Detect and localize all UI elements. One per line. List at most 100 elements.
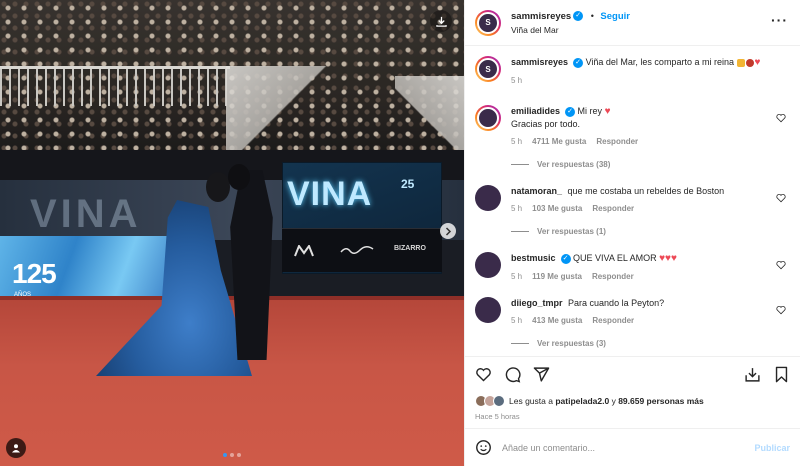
post-dialog: VINA 125 AÑOS VINA 25 BIZARRO S sammisre… <box>0 0 800 466</box>
header-separator: • <box>590 10 594 21</box>
sponsor-logo-1 <box>294 243 314 259</box>
comments-list: S sammisreyes ✓ Viña del Mar, les compart… <box>465 46 800 356</box>
comment-avatar[interactable] <box>475 105 501 131</box>
likes-middle: y <box>611 396 616 406</box>
share-button[interactable] <box>533 366 550 383</box>
reply-button[interactable]: Responder <box>592 315 634 327</box>
reply-button[interactable]: Responder <box>592 271 634 283</box>
publish-button[interactable]: Publicar <box>754 443 790 453</box>
comment-text: Para cuando la Peyton? <box>568 298 665 308</box>
view-replies-label: Ver respuestas (3) <box>537 339 606 348</box>
sponsor-logo-3: BIZARRO <box>394 245 426 252</box>
post-time-ago[interactable]: Hace 5 horas <box>465 410 800 428</box>
comment-row: bestmusic ✓ QUE VIVA EL AMOR ♥♥♥ 5 h 119 … <box>475 252 790 283</box>
comment-avatar-image <box>475 185 501 211</box>
comment-time[interactable]: 5 h <box>511 315 522 327</box>
comment-like-heart-icon[interactable] <box>776 305 786 315</box>
reply-button[interactable]: Responder <box>592 203 634 215</box>
likes-first-user[interactable]: patipelada2.0 <box>555 396 609 406</box>
comment-avatar[interactable] <box>475 252 501 278</box>
comment-like-heart-icon[interactable] <box>776 113 786 123</box>
replies-line <box>511 164 529 165</box>
comment-text: QUE VIVA EL AMOR <box>573 253 657 263</box>
view-replies-button[interactable]: Ver respuestas (1) <box>511 227 790 236</box>
more-options-icon[interactable]: ··· <box>771 13 788 27</box>
comment-likes[interactable]: 103 Me gusta <box>532 203 582 215</box>
likes-others[interactable]: 89.659 personas más <box>618 396 704 406</box>
view-replies-button[interactable]: Ver respuestas (3) <box>511 339 790 348</box>
caption-time[interactable]: 5 h <box>511 75 522 87</box>
comment-likes[interactable]: 4711 Me gusta <box>532 136 586 148</box>
backdrop-logo: VINA <box>30 192 142 236</box>
comment-row: diiego_tmpr Para cuando la Peyton? 5 h 4… <box>475 297 790 327</box>
comment-avatar-image <box>477 107 499 129</box>
author-avatar[interactable]: S <box>475 9 501 36</box>
reply-button[interactable]: Responder <box>596 136 638 148</box>
caption-username[interactable]: sammisreyes <box>511 57 568 67</box>
head-man <box>228 164 250 190</box>
bookmark-button[interactable] <box>773 366 790 383</box>
save-icon <box>745 368 760 382</box>
comment-text-line2: Gracias por todo. <box>511 119 581 129</box>
verified-badge-icon: ✓ <box>565 106 576 117</box>
comment-likes[interactable]: 119 Me gusta <box>532 271 582 283</box>
comment-like-heart-icon[interactable] <box>776 193 786 203</box>
carousel-indicator <box>223 453 241 457</box>
follow-button[interactable]: Seguir <box>600 11 630 22</box>
view-replies-label: Ver respuestas (38) <box>537 160 611 169</box>
author-username[interactable]: sammisreyes <box>511 11 571 22</box>
crown-emoji-icon <box>737 58 746 67</box>
comment-avatar[interactable] <box>475 297 501 323</box>
likes-prefix: Les gusta a <box>509 396 553 406</box>
next-media-button[interactable] <box>440 223 456 239</box>
share-icon <box>533 367 550 382</box>
heart-emoji-icon: ♥ <box>754 57 761 68</box>
railing <box>0 66 230 106</box>
comment-time[interactable]: 5 h <box>511 271 522 283</box>
emoji-icon <box>476 440 491 455</box>
comment-username[interactable]: bestmusic <box>511 253 556 263</box>
caption-row: S sammisreyes ✓ Viña del Mar, les compart… <box>475 56 790 87</box>
verified-badge-icon: ✓ <box>560 253 571 264</box>
comment-text: Mi rey <box>577 106 603 116</box>
like-button[interactable] <box>475 366 492 383</box>
led-screen-number: 125 <box>12 258 57 289</box>
comment-likes[interactable]: 413 Me gusta <box>532 315 582 327</box>
caption-avatar[interactable]: S <box>475 56 501 82</box>
tagged-users-button[interactable] <box>6 438 26 458</box>
comment-text: que me costaba un rebeldes de Boston <box>567 186 725 196</box>
comment-avatar-image <box>475 297 501 323</box>
comment-time[interactable]: 5 h <box>511 203 522 215</box>
comment-row: emiliadides ✓ Mi rey ♥ Gracias por todo. … <box>475 105 790 148</box>
view-replies-label: Ver respuestas (1) <box>537 227 606 236</box>
verified-badge-icon: ✓ <box>573 11 584 22</box>
save-to-collection-button[interactable] <box>744 366 761 383</box>
post-media[interactable]: VINA 125 AÑOS VINA 25 BIZARRO <box>0 0 464 466</box>
verified-badge-icon: ✓ <box>573 57 584 68</box>
comment-like-heart-icon[interactable] <box>776 260 786 270</box>
post-location[interactable]: Viña del Mar <box>511 25 630 35</box>
next-arrow-icon <box>445 226 451 236</box>
comment-username[interactable]: natamoran_ <box>511 186 562 196</box>
likes-summary[interactable]: Les gusta a patipelada2.0 y 89.659 perso… <box>465 392 800 410</box>
comment-button[interactable] <box>504 366 521 383</box>
comment-avatar[interactable] <box>475 185 501 211</box>
comment-username[interactable]: emiliadides <box>511 106 560 116</box>
download-icon <box>435 16 447 27</box>
emoji-picker-button[interactable] <box>475 439 492 456</box>
comment-row: natamoran_ que me costaba un rebeldes de… <box>475 185 790 215</box>
caption-text: Viña del Mar, les comparto a mi reina <box>585 57 734 67</box>
vina-number: 25 <box>401 177 415 191</box>
liker-avatar <box>493 395 505 407</box>
comment-composer: Publicar <box>465 428 800 466</box>
heart-emoji-icon: ♥ <box>604 106 611 117</box>
view-replies-button[interactable]: Ver respuestas (38) <box>511 160 790 169</box>
carousel-dot <box>230 453 234 457</box>
post-actions <box>465 356 800 392</box>
comment-input[interactable] <box>502 442 755 453</box>
tag-user-icon <box>12 444 20 453</box>
sponsor-script-icon <box>340 246 374 254</box>
comment-time[interactable]: 5 h <box>511 136 522 148</box>
comment-username[interactable]: diiego_tmpr <box>511 298 563 308</box>
download-button[interactable] <box>430 10 452 32</box>
